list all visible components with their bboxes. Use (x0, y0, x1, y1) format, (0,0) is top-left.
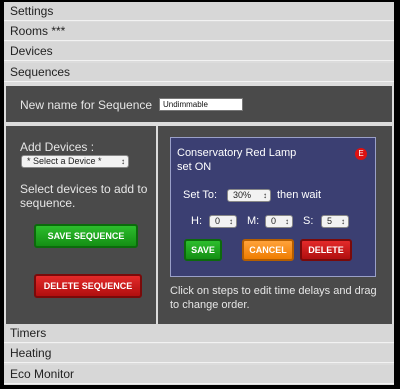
seconds-label: S: (303, 215, 314, 227)
step-delete-button[interactable]: DELETE (300, 239, 352, 261)
sequence-steps-column: Conservatory Red Lamp set ON E Set To: 3… (160, 126, 392, 324)
hours-label: H: (191, 215, 202, 227)
seconds-select[interactable]: 5 ↕ (321, 215, 349, 228)
select-arrow-icon: ↕ (263, 191, 267, 200)
add-devices-label: Add Devices : (20, 140, 95, 154)
sequence-name-input[interactable]: Undimmable (159, 98, 243, 111)
step-action: set ON (177, 161, 212, 173)
menu-item-timers[interactable]: Timers (4, 324, 394, 343)
edit-icon[interactable]: E (355, 148, 367, 160)
seconds-value: 5 (327, 216, 333, 226)
menu-item-sequences[interactable]: Sequences (4, 63, 394, 82)
sequence-editor: Add Devices : * Select a Device * ↕ Sele… (6, 126, 392, 324)
add-devices-help: Select devices to add to sequence. (20, 182, 148, 210)
sequence-step-card[interactable]: Conservatory Red Lamp set ON E Set To: 3… (170, 137, 376, 277)
step-cancel-button[interactable]: CANCEL (242, 239, 294, 261)
add-devices-column: Add Devices : * Select a Device * ↕ Sele… (6, 126, 158, 324)
delete-sequence-button[interactable]: DELETE SEQUENCE (34, 274, 142, 298)
step-device-name: Conservatory Red Lamp (177, 147, 297, 159)
device-select-value: * Select a Device * (27, 156, 102, 166)
set-to-select[interactable]: 30% ↕ (227, 189, 271, 202)
sequence-name-label: New name for Sequence (20, 98, 153, 112)
menu-item-devices[interactable]: Devices (4, 42, 394, 61)
menu-item-eco-monitor[interactable]: Eco Monitor (4, 365, 394, 384)
select-arrow-icon: ↕ (121, 157, 125, 166)
set-to-label: Set To: (183, 189, 218, 201)
select-arrow-icon: ↕ (285, 217, 289, 226)
set-to-value: 30% (233, 190, 252, 200)
minutes-select[interactable]: 0 ↕ (265, 215, 293, 228)
step-save-button[interactable]: SAVE (184, 239, 222, 261)
device-select[interactable]: * Select a Device * ↕ (21, 155, 129, 168)
save-sequence-button[interactable]: SAVE SEQUENCE (34, 224, 138, 248)
menu-item-heating[interactable]: Heating (4, 344, 394, 363)
menu-item-rooms[interactable]: Rooms *** (4, 22, 394, 41)
menu-item-settings[interactable]: Settings (4, 2, 394, 21)
minutes-label: M: (247, 215, 260, 227)
hours-value: 0 (215, 216, 221, 226)
then-wait-label: then wait (277, 189, 322, 201)
select-arrow-icon: ↕ (229, 217, 233, 226)
sequence-name-panel: New name for Sequence Undimmable (6, 86, 392, 124)
minutes-value: 0 (271, 216, 277, 226)
step-title: Conservatory Red Lamp set ON (177, 146, 296, 174)
steps-instructions: Click on steps to edit time delays and d… (170, 285, 377, 311)
select-arrow-icon: ↕ (341, 217, 345, 226)
hours-select[interactable]: 0 ↕ (209, 215, 237, 228)
app-frame: Settings Rooms *** Devices Sequences New… (4, 2, 394, 385)
